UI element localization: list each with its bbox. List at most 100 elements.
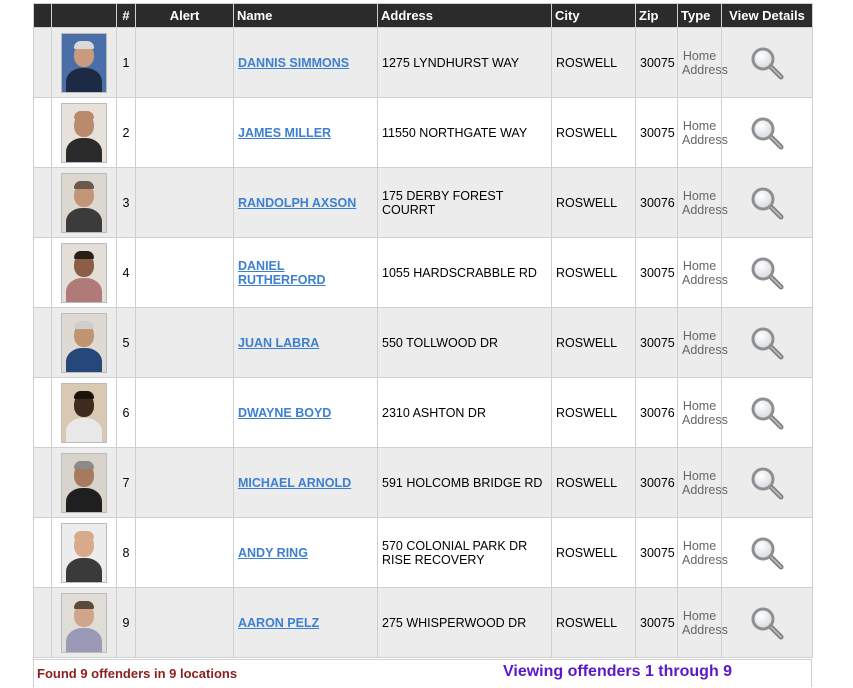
type-line2: Address — [682, 412, 728, 427]
photo-cell — [51, 27, 117, 98]
address-cell: 570 COLONIAL PARK DR RISE RECOVERY — [377, 517, 552, 588]
type-line1: Home — [682, 48, 717, 63]
row-select-cell — [33, 237, 52, 308]
row-number: 4 — [116, 237, 136, 308]
zip-cell: 30075 — [635, 27, 678, 98]
type-line2: Address — [682, 202, 728, 217]
row-number: 7 — [116, 447, 136, 518]
alert-cell — [135, 307, 234, 378]
address-cell: 1055 HARDSCRABBLE RD — [377, 237, 552, 308]
magnifier-icon[interactable] — [749, 605, 785, 641]
city-cell: ROSWELL — [551, 587, 636, 658]
row-number: 5 — [116, 307, 136, 378]
type-line2: Address — [682, 622, 728, 637]
offender-photo[interactable] — [61, 242, 107, 303]
city-cell: ROSWELL — [551, 517, 636, 588]
magnifier-icon[interactable] — [749, 395, 785, 431]
header-num[interactable]: # — [116, 3, 136, 28]
city-cell: ROSWELL — [551, 97, 636, 168]
type-cell: Home Address — [677, 97, 728, 168]
view-details-cell — [721, 307, 813, 378]
offender-name-link[interactable]: JAMES MILLER — [238, 126, 331, 140]
viewing-range: Viewing offenders 1 through 9 — [503, 663, 733, 680]
address-cell: 175 DERBY FOREST COURRT — [377, 167, 552, 238]
alert-cell — [135, 447, 234, 518]
offender-name-link[interactable]: ANDY RING — [238, 546, 308, 560]
row-select-cell — [33, 587, 52, 658]
offender-name-link[interactable]: AARON PELZ — [238, 616, 319, 630]
offender-photo[interactable] — [61, 382, 107, 443]
row-select-cell — [33, 27, 52, 98]
city-cell: ROSWELL — [551, 447, 636, 518]
zip-cell: 30076 — [635, 377, 678, 448]
header-alert[interactable]: Alert — [135, 3, 234, 28]
alert-cell — [135, 517, 234, 588]
alert-cell — [135, 377, 234, 448]
photo-cell — [51, 377, 117, 448]
offender-photo[interactable] — [61, 172, 107, 233]
offender-name-link[interactable]: MICHAEL ARNOLD — [238, 476, 351, 490]
table-row: 5 JUAN LABRA 550 TOLLWOOD DR ROSWELL 300… — [33, 307, 813, 378]
type-line2: Address — [682, 132, 728, 147]
offender-name-link[interactable]: DWAYNE BOYD — [238, 406, 331, 420]
photo-cell — [51, 167, 117, 238]
header-type[interactable]: Type — [677, 3, 722, 28]
magnifier-icon[interactable] — [749, 535, 785, 571]
type-cell: Home Address — [677, 447, 728, 518]
row-select-cell — [33, 167, 52, 238]
zip-cell: 30075 — [635, 237, 678, 308]
view-details-cell — [721, 97, 813, 168]
zip-cell: 30076 — [635, 447, 678, 518]
magnifier-icon[interactable] — [749, 325, 785, 361]
zip-cell: 30075 — [635, 517, 678, 588]
offender-photo[interactable] — [61, 102, 107, 163]
zip-cell: 30076 — [635, 167, 678, 238]
magnifier-icon[interactable] — [749, 45, 785, 81]
row-number: 3 — [116, 167, 136, 238]
photo-cell — [51, 447, 117, 518]
offender-name-link[interactable]: JUAN LABRA — [238, 336, 319, 350]
type-cell: Home Address — [677, 167, 728, 238]
header-address[interactable]: Address — [377, 3, 552, 28]
header-zip[interactable]: Zip — [635, 3, 678, 28]
alert-cell — [135, 587, 234, 658]
table-row: 8 ANDY RING 570 COLONIAL PARK DR RISE RE… — [33, 517, 813, 588]
magnifier-icon[interactable] — [749, 115, 785, 151]
zip-cell: 30075 — [635, 97, 678, 168]
offender-name-link[interactable]: DANNIS SIMMONS — [238, 56, 349, 70]
address-cell: 591 HOLCOMB BRIDGE RD — [377, 447, 552, 518]
name-cell: AARON PELZ — [233, 587, 378, 658]
type-cell: Home Address — [677, 517, 728, 588]
offender-photo[interactable] — [61, 312, 107, 373]
city-cell: ROSWELL — [551, 307, 636, 378]
type-line2: Address — [682, 552, 728, 567]
row-select-cell — [33, 377, 52, 448]
type-cell: Home Address — [677, 237, 728, 308]
offender-table: # Alert Name Address City Zip Type View … — [33, 3, 813, 658]
offender-photo[interactable] — [61, 452, 107, 513]
type-cell: Home Address — [677, 377, 728, 448]
offender-photo[interactable] — [61, 522, 107, 583]
offender-name-link[interactable]: DANIEL RUTHERFORD — [238, 259, 326, 287]
magnifier-icon[interactable] — [749, 185, 785, 221]
header-name[interactable]: Name — [233, 3, 378, 28]
magnifier-icon[interactable] — [749, 465, 785, 501]
type-cell: Home Address — [677, 27, 728, 98]
type-line2: Address — [682, 272, 728, 287]
row-number: 2 — [116, 97, 136, 168]
city-cell: ROSWELL — [551, 237, 636, 308]
row-select-cell — [33, 307, 52, 378]
results-footer: Found 9 offenders in 9 locations Viewing… — [33, 659, 812, 687]
name-cell: DWAYNE BOYD — [233, 377, 378, 448]
magnifier-icon[interactable] — [749, 255, 785, 291]
alert-cell — [135, 97, 234, 168]
table-row: 2 JAMES MILLER 11550 NORTHGATE WAY ROSWE… — [33, 97, 813, 168]
name-cell: JUAN LABRA — [233, 307, 378, 378]
city-cell: ROSWELL — [551, 377, 636, 448]
type-line2: Address — [682, 62, 728, 77]
offender-name-link[interactable]: RANDOLPH AXSON — [238, 196, 356, 210]
offender-photo[interactable] — [61, 32, 107, 93]
offender-photo[interactable] — [61, 592, 107, 653]
header-city[interactable]: City — [551, 3, 636, 28]
type-line2: Address — [682, 482, 728, 497]
